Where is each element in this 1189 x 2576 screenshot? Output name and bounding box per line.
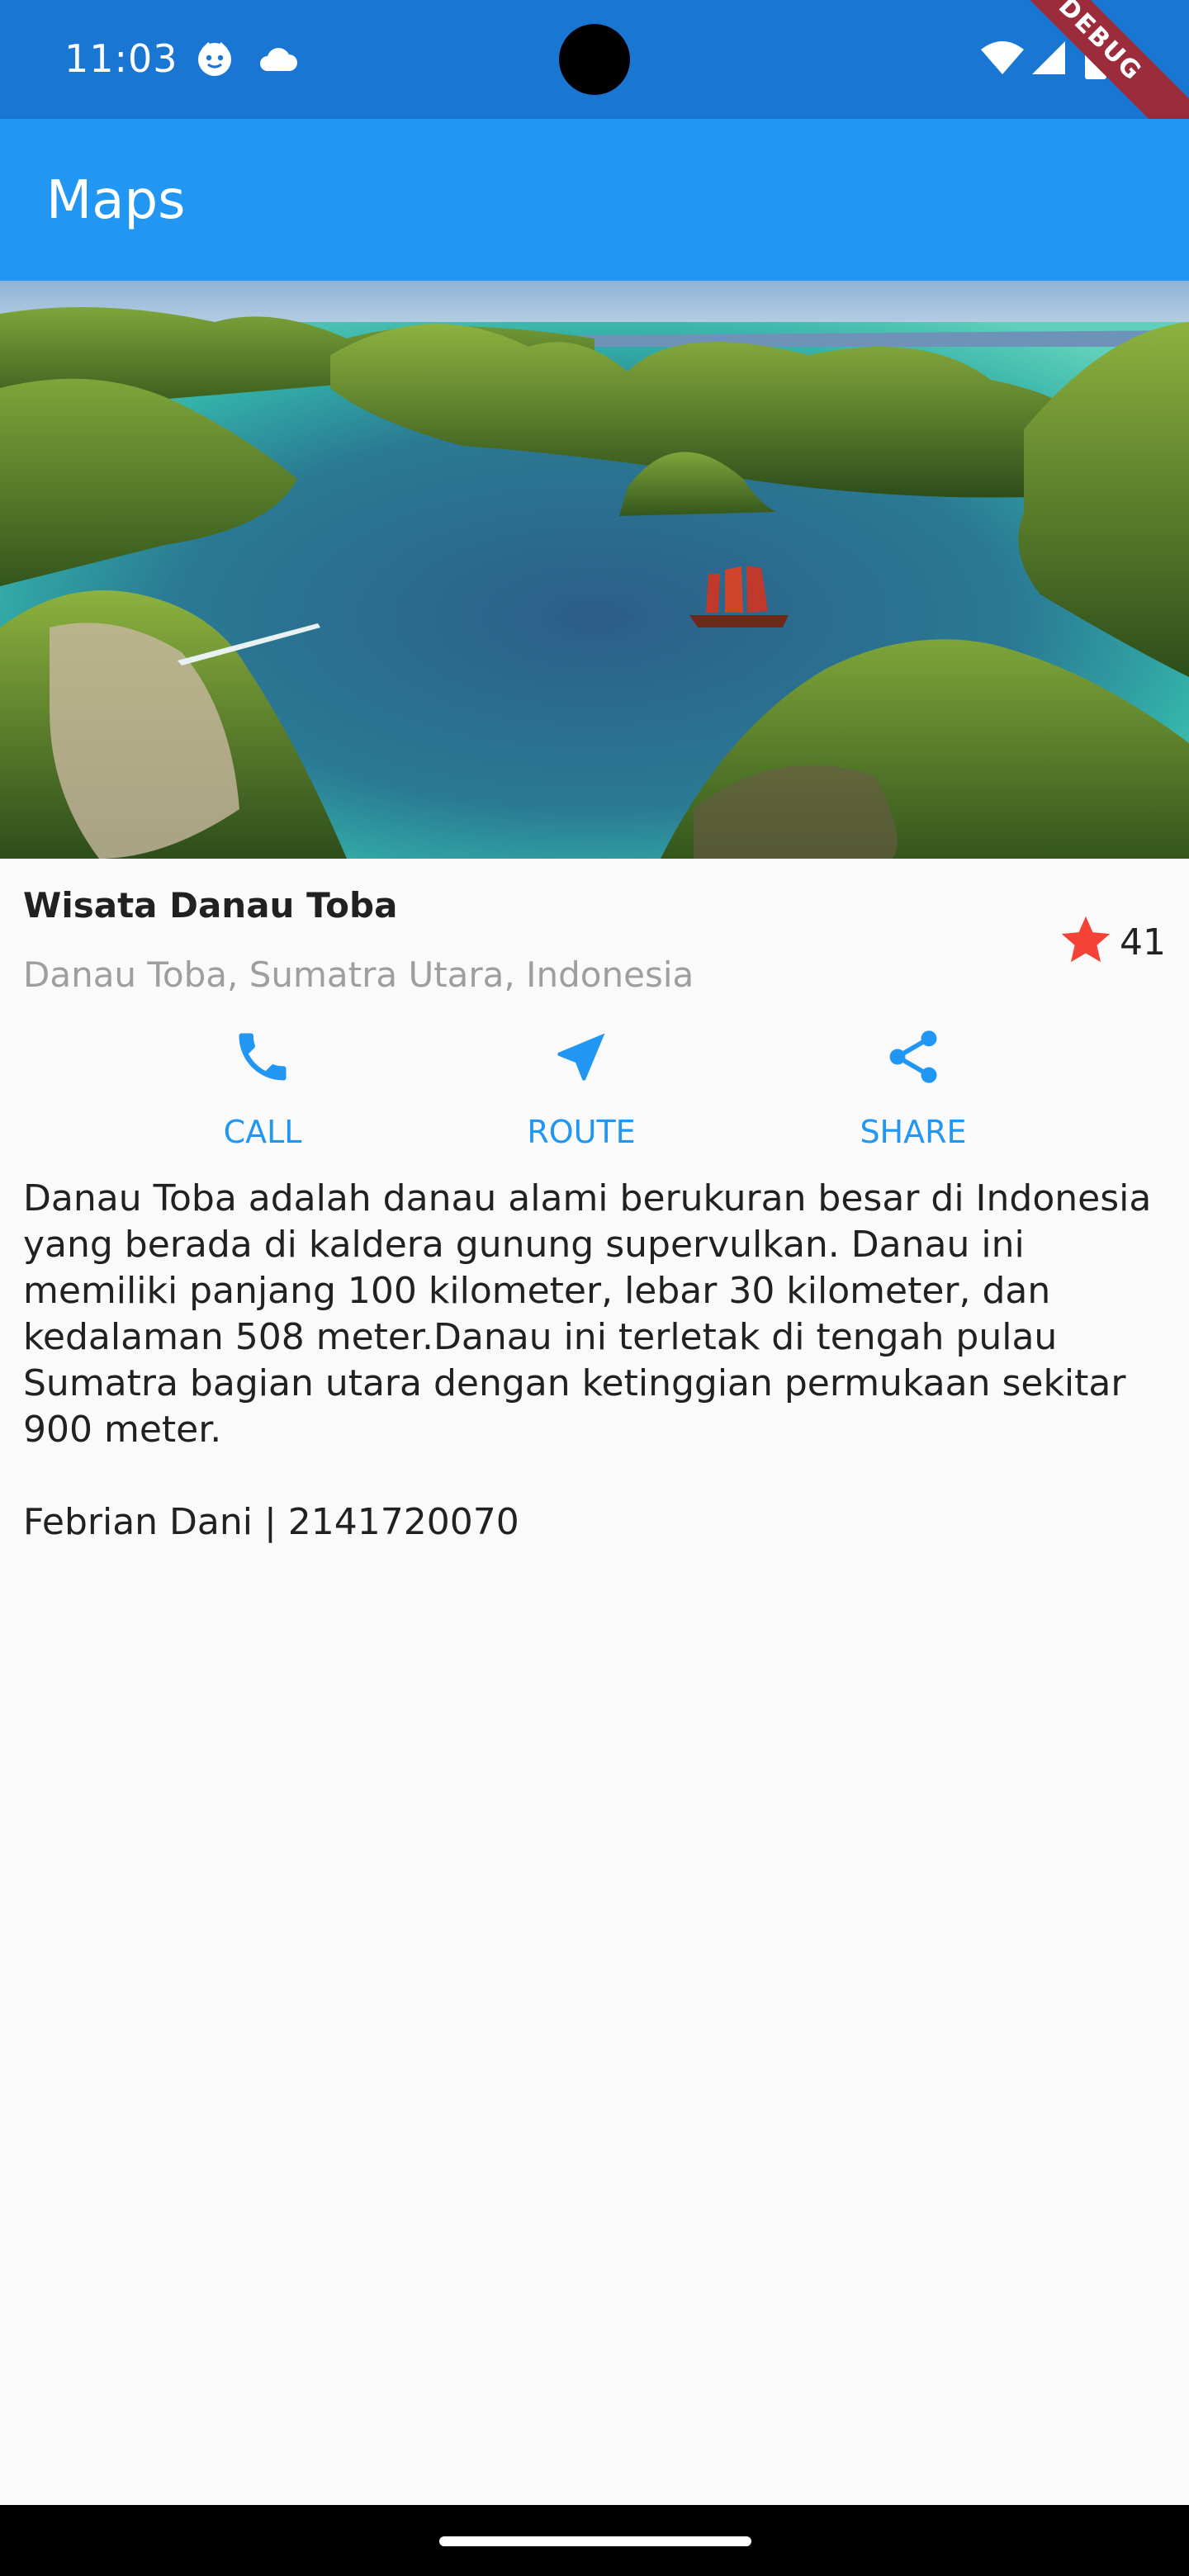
title-section: Wisata Danau Toba Danau Toba, Sumatra Ut… (23, 880, 1166, 1004)
navigation-icon (550, 1019, 613, 1092)
cloud-icon (256, 40, 299, 83)
app-title: Maps (46, 170, 186, 231)
route-button[interactable]: ROUTE (482, 1019, 680, 1159)
star-icon (1057, 912, 1115, 973)
wifi-icon (979, 38, 1026, 82)
status-time: 11:03 (64, 36, 178, 81)
route-label: ROUTE (527, 1114, 636, 1150)
description-text: Danau Toba adalah danau alami berukuran … (23, 1177, 1152, 1543)
phone-icon (231, 1019, 294, 1092)
system-nav-bar (0, 2505, 1189, 2576)
share-button[interactable]: SHARE (814, 1019, 1012, 1159)
share-label: SHARE (860, 1114, 967, 1150)
status-bar: 11:03 DEBUG (0, 0, 1189, 160)
call-button[interactable]: CALL (163, 1019, 362, 1159)
place-title: Wisata Danau Toba (23, 885, 398, 926)
share-icon (882, 1019, 945, 1092)
action-buttons: CALL ROUTE SHARE (0, 1019, 1189, 1159)
app-bar: Maps (0, 119, 1189, 281)
signal-icon (1029, 38, 1068, 82)
hero-image (0, 281, 1189, 859)
call-label: CALL (223, 1114, 302, 1150)
face-notification-icon (195, 40, 234, 83)
home-gesture-handle[interactable] (439, 2536, 751, 2546)
place-location: Danau Toba, Sumatra Utara, Indonesia (23, 954, 694, 995)
rating[interactable]: 41 (1057, 912, 1166, 973)
rating-count: 41 (1120, 921, 1166, 964)
camera-cutout (559, 24, 630, 95)
